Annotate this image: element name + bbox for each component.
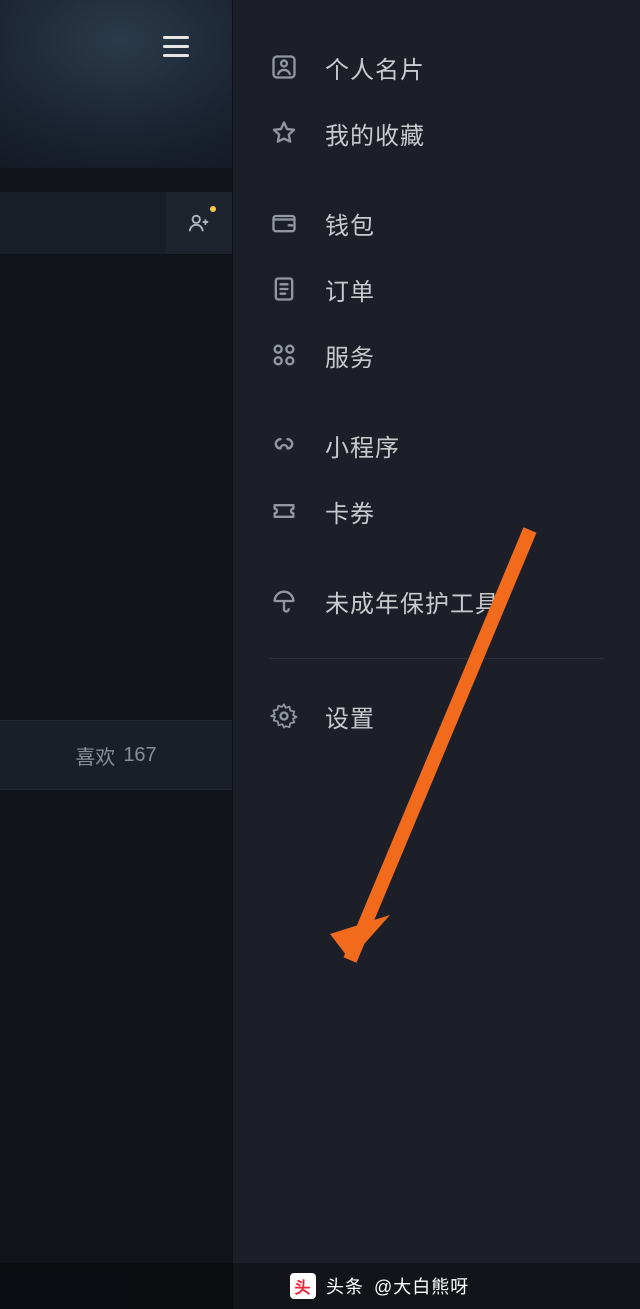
person-add-icon [188, 212, 210, 234]
menu-label: 卡券 [325, 494, 375, 529]
menu-label: 个人名片 [325, 50, 425, 85]
menu-label: 未成年保护工具 [325, 584, 500, 619]
ticket-icon [269, 496, 299, 526]
menu-coupons[interactable]: 卡券 [233, 478, 640, 544]
menu-label: 订单 [325, 272, 375, 307]
footer-source: 头条 [326, 1273, 364, 1299]
add-friend-button[interactable] [166, 192, 232, 254]
menu-favorites[interactable]: 我的收藏 [233, 100, 640, 166]
menu-orders[interactable]: 订单 [233, 256, 640, 322]
menu-icon[interactable] [156, 26, 196, 66]
notification-dot-icon [210, 206, 216, 212]
likes-count: 167 [123, 744, 156, 767]
tab-bar [0, 192, 232, 254]
menu-label: 我的收藏 [325, 116, 425, 151]
menu-wallet[interactable]: 钱包 [233, 190, 640, 256]
profile-card-icon [269, 52, 299, 82]
divider [269, 658, 604, 659]
mini-program-icon [269, 430, 299, 460]
menu-services[interactable]: 服务 [233, 322, 640, 388]
menu-mini-program[interactable]: 小程序 [233, 412, 640, 478]
menu-profile-card[interactable]: 个人名片 [233, 34, 640, 100]
menu-label: 设置 [325, 699, 375, 734]
menu-settings[interactable]: 设置 [233, 683, 640, 749]
orders-icon [269, 274, 299, 304]
profile-banner [0, 0, 232, 168]
toutiao-logo-icon: 头 [290, 1273, 316, 1299]
star-icon [269, 118, 299, 148]
menu-label: 服务 [325, 338, 375, 373]
gear-icon [269, 701, 299, 731]
likes-tab[interactable]: 喜欢 167 [0, 720, 232, 790]
likes-label: 喜欢 [75, 741, 115, 770]
menu-label: 小程序 [325, 428, 400, 463]
tab-works[interactable] [0, 192, 166, 254]
wallet-icon [269, 208, 299, 238]
services-icon [269, 340, 299, 370]
menu-label: 钱包 [325, 206, 375, 241]
menu-minor-protection[interactable]: 未成年保护工具 [233, 568, 640, 634]
footer-author: @大白熊呀 [374, 1273, 469, 1299]
attribution-footer: 头 头条 @大白熊呀 [0, 1263, 640, 1309]
umbrella-icon [269, 586, 299, 616]
side-drawer: 个人名片 我的收藏 钱包 订单 服务 小程序 卡 [232, 0, 640, 1309]
